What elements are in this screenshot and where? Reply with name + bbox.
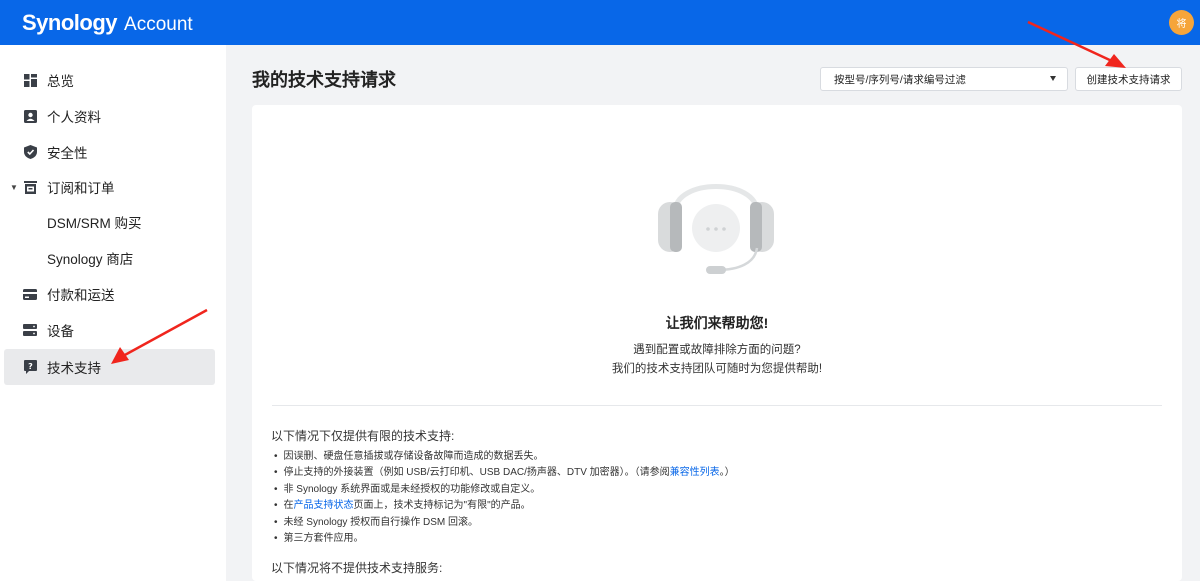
sidebar-item-orders[interactable]: ▼ 订阅和订单	[4, 169, 215, 205]
compatibility-list-link[interactable]: 兼容性列表	[670, 467, 720, 478]
help-text-line1: 遇到配置或故障排除方面的问题?	[633, 344, 801, 356]
sidebar-item-label: 总览	[47, 74, 74, 89]
sidebar-item-security[interactable]: 安全性	[4, 134, 215, 170]
help-text-line2: 我们的技术支持团队可随时为您提供帮助!	[611, 363, 823, 375]
list-item: 因误删、硬盘任意插拔或存储设备故障而造成的数据丢失。	[274, 449, 735, 465]
avatar[interactable]: 将	[1169, 10, 1194, 35]
sidebar-item-label: DSM/SRM 购买	[47, 216, 142, 231]
help-title: 让我们来帮助您!	[665, 315, 769, 331]
chevron-down-icon[interactable]: ▼	[10, 183, 18, 192]
sidebar-item-label: 个人资料	[47, 110, 101, 125]
credit-card-icon	[23, 287, 37, 301]
sidebar-item-payment-shipping[interactable]: 付款和运送	[4, 276, 215, 312]
sidebar-item-synology-store[interactable]: Synology 商店	[4, 240, 215, 276]
sidebar: 总览 个人资料 安全性 ▼ 订阅和订单 DSM/SRM 购买 Synology …	[0, 45, 226, 581]
orders-icon	[23, 180, 37, 194]
support-icon: ?	[23, 360, 37, 374]
no-support-heading: 以下情况将不提供技术支持服务:	[271, 561, 443, 575]
sidebar-item-label: 技术支持	[47, 361, 101, 376]
list-item: 非 Synology 系统界面或是未经授权的功能修改或自定义。	[274, 482, 735, 498]
sidebar-item-profile[interactable]: 个人资料	[4, 98, 215, 134]
brand-logo: Synology	[22, 9, 118, 35]
limited-support-heading: 以下情况下仅提供有限的技术支持:	[271, 429, 455, 443]
shield-icon	[23, 145, 37, 159]
list-item: 停止支持的外接装置（例如 USB/云打印机、USB DAC/扬声器、DTV 加密…	[274, 465, 735, 481]
list-item: 未经 Synology 授权而自行操作 DSM 回滚。	[274, 515, 735, 531]
sidebar-item-devices[interactable]: 设备	[4, 312, 215, 348]
filter-label: 按型号/序列号/请求编号过滤	[834, 73, 966, 86]
brand-product: Account	[124, 13, 193, 35]
filter-dropdown[interactable]: 按型号/序列号/请求编号过滤	[820, 67, 1068, 91]
brand[interactable]: Synology Account	[22, 10, 193, 36]
sidebar-item-support[interactable]: ? 技术支持	[4, 349, 215, 385]
sidebar-item-label: 安全性	[47, 146, 88, 161]
headset-illustration	[658, 184, 774, 274]
sidebar-item-label: 付款和运送	[47, 288, 115, 303]
profile-icon	[23, 109, 37, 123]
list-item: 第三方套件应用。	[274, 531, 735, 547]
dashboard-icon	[23, 73, 37, 87]
dropdown-arrow-icon	[1050, 76, 1056, 81]
sidebar-item-label: Synology 商店	[47, 252, 134, 267]
device-icon	[23, 323, 37, 337]
divider	[272, 405, 1162, 406]
sidebar-item-dsm-srm-purchase[interactable]: DSM/SRM 购买	[4, 204, 215, 240]
svg-text:?: ?	[28, 362, 33, 371]
create-support-request-button[interactable]: 创建技术支持请求	[1075, 67, 1182, 91]
support-card: 让我们来帮助您! 遇到配置或故障排除方面的问题? 我们的技术支持团队可随时为您提…	[252, 105, 1182, 581]
limited-support-list: 因误删、硬盘任意插拔或存储设备故障而造成的数据丢失。 停止支持的外接装置（例如 …	[274, 449, 735, 547]
page-title: 我的技术支持请求	[252, 70, 396, 90]
sidebar-item-label: 设备	[47, 324, 74, 339]
top-bar: Synology Account 将	[0, 0, 1200, 45]
sidebar-item-label: 订阅和订单	[47, 181, 115, 196]
sidebar-item-overview[interactable]: 总览	[4, 62, 215, 98]
product-support-status-link[interactable]: 产品支持状态	[294, 500, 354, 511]
list-item: 在产品支持状态页面上，技术支持标记为"有限"的产品。	[274, 498, 735, 514]
